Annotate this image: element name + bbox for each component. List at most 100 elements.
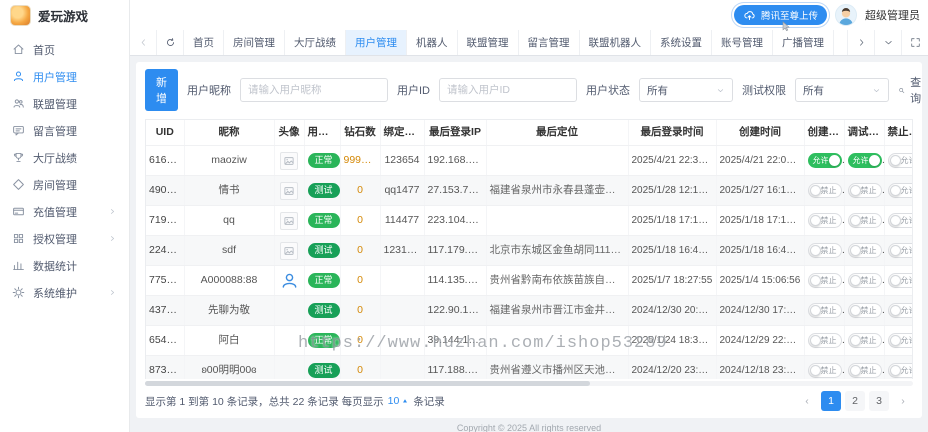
create-league-toggle[interactable]: 禁止 (807, 303, 842, 318)
tab-system[interactable]: 系统设置 (651, 30, 712, 55)
sidebar-item-lobby-record[interactable]: 大厅战绩 (0, 144, 129, 171)
cell-create-league: 禁止 (804, 295, 845, 326)
col-account: 绑定账号 (380, 120, 425, 146)
ban-login-toggle[interactable]: 允许 (887, 303, 912, 318)
tab-league-robot[interactable]: 联盟机器人 (580, 30, 651, 55)
create-league-toggle[interactable]: 禁止 (807, 363, 842, 378)
ban-login-toggle[interactable]: 允许 (887, 213, 912, 228)
sidebar-item-user-manage[interactable]: 用户管理 (0, 63, 129, 90)
add-user-button[interactable]: 新增 (145, 69, 178, 111)
copyright-text: Copyright © 2025 All rights reserved (456, 423, 602, 432)
create-league-toggle[interactable]: 禁止 (807, 243, 842, 258)
create-league-toggle[interactable]: 允许 (807, 153, 842, 168)
tab-user[interactable]: 用户管理 (346, 30, 407, 55)
tab-message[interactable]: 留言管理 (519, 30, 580, 55)
cell-last-login: 2024/12/20 23:01:07 (628, 355, 717, 379)
create-league-toggle[interactable]: 禁止 (807, 273, 842, 288)
tab-home[interactable]: 首页 (184, 30, 224, 55)
chevron-down-icon (872, 86, 881, 95)
tabs-refresh-button[interactable] (157, 30, 184, 55)
cell-diamonds: 0 (340, 355, 381, 379)
ban-login-toggle[interactable]: 允许 (887, 273, 913, 288)
cloud-upload-icon (743, 9, 756, 22)
scrollbar-thumb[interactable] (145, 381, 591, 386)
nickname-input[interactable] (240, 78, 388, 102)
cell-create-league: 允许 (804, 145, 845, 176)
user-id-input[interactable] (439, 78, 577, 102)
debug-permission-toggle[interactable]: 允许 (847, 153, 882, 168)
user-table: UID昵称头像用户类型钻石数绑定账号最后登录IP最后定位最后登录时间创建时间创建… (146, 120, 913, 379)
tab-lobby[interactable]: 大厅战绩 (285, 30, 346, 55)
tab-account[interactable]: 账号管理 (712, 30, 773, 55)
tab-robot[interactable]: 机器人 (407, 30, 458, 55)
users-icon (12, 97, 25, 110)
page-button-3[interactable]: 3 (869, 391, 889, 411)
ban-login-toggle[interactable]: 允许 (887, 183, 912, 198)
per-page-select[interactable]: 10 (388, 395, 410, 407)
test-permission-select[interactable]: 所有 (795, 78, 889, 102)
create-league-toggle[interactable]: 禁止 (807, 333, 842, 348)
cell-debug-permission: 禁止 (844, 175, 885, 206)
tab-league[interactable]: 联盟管理 (458, 30, 519, 55)
filter-label-nickname: 用户昵称 (187, 85, 231, 97)
cell-last-ip: 39.144.169.179 (424, 325, 487, 356)
chevron-left-icon (138, 37, 149, 48)
sidebar-item-home[interactable]: 首页 (0, 36, 129, 63)
admin-avatar[interactable] (835, 4, 857, 26)
cell-uid: 224831 (146, 235, 185, 266)
cell-ban-login: 允许 (884, 235, 912, 266)
page-prev-button[interactable]: ‹ (797, 391, 817, 411)
tab-broadcast[interactable]: 广播管理 (773, 30, 834, 55)
tab-room[interactable]: 房间管理 (224, 30, 285, 55)
debug-permission-toggle[interactable]: 禁止 (847, 363, 882, 378)
chevron-down-icon (883, 37, 894, 48)
create-league-toggle[interactable]: 禁止 (807, 183, 842, 198)
ban-login-toggle[interactable]: 允许 (887, 243, 912, 258)
tabs-menu-button[interactable] (874, 30, 901, 55)
debug-permission-toggle[interactable]: 禁止 (847, 213, 882, 228)
col-create-league: 创建联盟 (804, 120, 845, 146)
sidebar-item-league-manage[interactable]: 联盟管理 (0, 90, 129, 117)
debug-permission-toggle[interactable]: 禁止 (847, 183, 882, 198)
cell-uid: 873861 (146, 355, 185, 379)
ban-login-toggle[interactable]: 允许 (887, 363, 912, 378)
debug-permission-toggle[interactable]: 禁止 (847, 273, 882, 288)
ban-login-toggle[interactable]: 允许 (887, 153, 912, 168)
sidebar-item-data-stats[interactable]: 数据统计 (0, 252, 129, 279)
sidebar-item-license-manage[interactable]: 授权管理 (0, 225, 129, 252)
toggle-label: 允许 (900, 276, 913, 285)
sidebar-item-label: 房间管理 (33, 179, 77, 192)
page-button-1[interactable]: 1 (821, 391, 841, 411)
search-button[interactable]: 查询 (898, 74, 923, 106)
sidebar-item-recharge-manage[interactable]: 充值管理 (0, 198, 129, 225)
user-status-select[interactable]: 所有 (639, 78, 733, 102)
cell-last-location: 福建省泉州市晋江市金井镇围头半岛 (486, 295, 629, 326)
cell-avatar (274, 235, 305, 266)
tabs-forward-button[interactable] (847, 30, 874, 55)
sidebar-item-message-manage[interactable]: 留言管理 (0, 117, 129, 144)
horizontal-scrollbar[interactable] (145, 381, 913, 386)
fullscreen-icon (910, 37, 921, 48)
sidebar-item-label: 数据统计 (33, 260, 77, 273)
cell-nickname: A000088:88 (184, 265, 275, 296)
sidebar-item-label: 系统维护 (33, 287, 77, 300)
col-avatar: 头像 (274, 120, 305, 146)
sidebar-item-system-maintain[interactable]: 系统维护 (0, 279, 129, 306)
fullscreen-button[interactable] (901, 30, 928, 55)
toggle-knob (889, 185, 901, 196)
debug-permission-toggle[interactable]: 禁止 (847, 303, 882, 318)
debug-permission-toggle[interactable]: 禁止 (847, 333, 882, 348)
sidebar-item-room-manage[interactable]: 房间管理 (0, 171, 129, 198)
debug-permission-toggle[interactable]: 禁止 (847, 243, 882, 258)
ban-login-toggle[interactable]: 允许 (887, 333, 912, 348)
tabs-back-button[interactable] (130, 30, 157, 55)
create-league-toggle[interactable]: 禁止 (807, 213, 842, 228)
sidebar-item-label: 充值管理 (33, 206, 77, 219)
cell-avatar (274, 295, 305, 326)
cell-nickname: 情书 (184, 175, 275, 206)
chevron-down-icon (716, 86, 725, 95)
toggle-knob (849, 245, 861, 256)
caret-right-icon (108, 288, 117, 297)
page-next-button[interactable]: › (893, 391, 913, 411)
page-button-2[interactable]: 2 (845, 391, 865, 411)
